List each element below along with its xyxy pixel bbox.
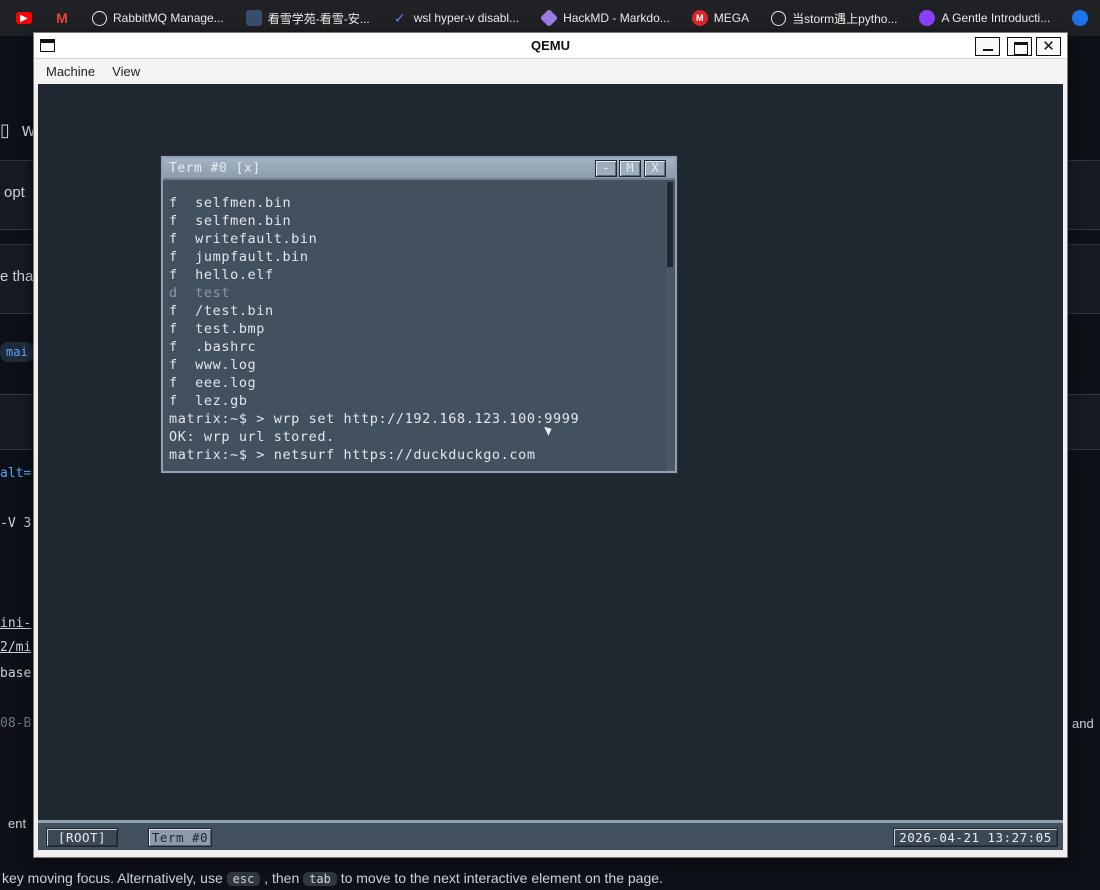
- terminal-output[interactable]: f selfmen.bin f selfmen.bin f writefault…: [169, 194, 663, 464]
- menu-view[interactable]: View: [112, 64, 140, 79]
- hint-key-tab: tab: [303, 872, 337, 886]
- bookmark-gentle-intro[interactable]: A Gentle Introducti...: [919, 0, 1050, 36]
- close-button[interactable]: ✕: [1036, 37, 1061, 56]
- guest-taskbar: [ROOT] Term #0 2026-04-21 13:27:05: [38, 820, 1063, 850]
- terminal-line: f writefault.bin: [169, 231, 318, 247]
- terminal-line: f /test.bin: [169, 303, 274, 319]
- code-fragment-08b: 08-B: [0, 716, 32, 731]
- hackmd-icon: [540, 8, 559, 28]
- terminal-line: f test.bmp: [169, 321, 266, 337]
- globe-icon: [771, 10, 787, 26]
- bookmark-label: wsl hyper-v disabl...: [413, 11, 520, 25]
- hint-key-esc: esc: [226, 872, 261, 886]
- branch-pill[interactable]: mai: [0, 342, 34, 362]
- hint-middle: , then: [264, 870, 300, 886]
- globe-icon: [92, 10, 107, 26]
- bookmark-label: 看雪学苑-看雪-安...: [267, 11, 370, 26]
- bookmark-label: RabbitMQ Manage...: [113, 11, 224, 25]
- taskbar-term-button[interactable]: Term #0: [148, 828, 212, 847]
- terminal-line: f selfmen.bin: [169, 195, 292, 211]
- terminal-line: OK: wrp url stored.: [169, 429, 335, 445]
- window-title: QEMU: [531, 38, 570, 53]
- terminal-scrollbar-thumb[interactable]: [667, 182, 673, 267]
- hint-suffix: to move to the next interactive element …: [340, 870, 663, 886]
- terminal-line: d test: [169, 285, 231, 301]
- text-fragment-and: and: [1072, 716, 1094, 731]
- bookmark-label: MEGA: [713, 11, 750, 25]
- bookmark-label: A Gentle Introducti...: [941, 11, 1051, 25]
- bookmark-storm-python[interactable]: 当storm遇上pytho...: [771, 0, 897, 36]
- gmail-icon: M: [56, 10, 68, 26]
- code-fragment-v3: -V 3: [0, 516, 32, 531]
- terminal-line: f eee.log: [169, 375, 257, 391]
- kanxue-icon: [245, 10, 262, 26]
- terminal-line: f www.log: [169, 357, 257, 373]
- qemu-window: QEMU ✕ Machine View Term #0 [x] - M X f …: [33, 32, 1068, 858]
- qemu-titlebar[interactable]: QEMU ✕: [34, 33, 1067, 59]
- youtube-icon: ▶: [16, 12, 32, 24]
- bookmark-hackmd[interactable]: HackMD - Markdo...: [540, 0, 670, 36]
- terminal-scrollbar[interactable]: [666, 182, 675, 471]
- bookmark-rabbitmq[interactable]: RabbitMQ Manage...: [92, 0, 224, 36]
- browser-bookmarks-bar: ▶ M RabbitMQ Manage... 看雪学苑-看雪-安... ✓ ws…: [0, 0, 1100, 36]
- terminal-line: f jumpfault.bin: [169, 249, 309, 265]
- bookmark-app-icon: [919, 10, 936, 26]
- link-fragment-mi[interactable]: 2/mi: [0, 640, 31, 655]
- code-fragment-base: base: [0, 666, 32, 681]
- terminal-titlebar[interactable]: Term #0 [x] - M X: [163, 158, 675, 180]
- terminal-maximize-button[interactable]: M: [619, 160, 641, 177]
- guest-display[interactable]: Term #0 [x] - M X f selfmen.bin f selfme…: [38, 84, 1063, 850]
- notice-text-fragment: opt: [4, 184, 25, 201]
- link-fragment-mini[interactable]: ini-: [0, 616, 31, 631]
- qemu-menubar: Machine View: [34, 59, 1067, 84]
- guest-terminal-window[interactable]: Term #0 [x] - M X f selfmen.bin f selfme…: [161, 156, 677, 473]
- terminal-line: matrix:~$ > netsurf https://duckduckgo.c…: [169, 447, 536, 463]
- terminal-minimize-button[interactable]: -: [595, 160, 617, 177]
- text-fragment-ent: ent: [8, 816, 27, 831]
- accessibility-hint: key moving focus. Alternatively, use esc…: [0, 870, 1100, 890]
- taskbar-clock: 2026-04-21 13:27:05: [893, 828, 1058, 847]
- close-icon: ✕: [1042, 38, 1055, 55]
- bookmark-wsl[interactable]: ✓ wsl hyper-v disabl...: [392, 0, 519, 36]
- terminal-line: f selfmen.bin: [169, 213, 292, 229]
- terminal-line: f hello.elf: [169, 267, 274, 283]
- notice-text-fragment-2: e that: [0, 268, 38, 285]
- bookmark-kanxue[interactable]: 看雪学苑-看雪-安...: [245, 0, 370, 36]
- bookmark-label: HackMD - Markdo...: [563, 11, 670, 25]
- terminal-line: f .bashrc: [169, 339, 257, 355]
- bookmark-mega[interactable]: M MEGA: [691, 0, 750, 36]
- book-icon: ▯: [0, 120, 10, 140]
- menu-machine[interactable]: Machine: [46, 64, 95, 79]
- code-fragment-alt: alt=: [0, 466, 32, 481]
- bookmark-youtube[interactable]: ▶: [16, 0, 38, 36]
- wsl-icon: ✓: [393, 9, 406, 26]
- maximize-button[interactable]: [1007, 37, 1032, 56]
- hint-prefix: key moving focus. Alternatively, use: [2, 870, 223, 886]
- terminal-line: f lez.gb: [169, 393, 248, 409]
- bookmark-app-icon: [1072, 10, 1089, 26]
- bookmark-gmail[interactable]: M: [54, 0, 76, 36]
- root-menu-button[interactable]: [ROOT]: [46, 828, 118, 847]
- mega-icon: M: [691, 10, 708, 26]
- terminal-title: Term #0 [x]: [169, 161, 261, 176]
- bookmark-overflow[interactable]: [1072, 0, 1094, 36]
- terminal-close-button[interactable]: X: [644, 160, 666, 177]
- bookmark-label: 当storm遇上pytho...: [792, 11, 898, 26]
- terminal-line: matrix:~$ > wrp set http://192.168.123.1…: [169, 411, 580, 427]
- minimize-button[interactable]: [975, 37, 1000, 56]
